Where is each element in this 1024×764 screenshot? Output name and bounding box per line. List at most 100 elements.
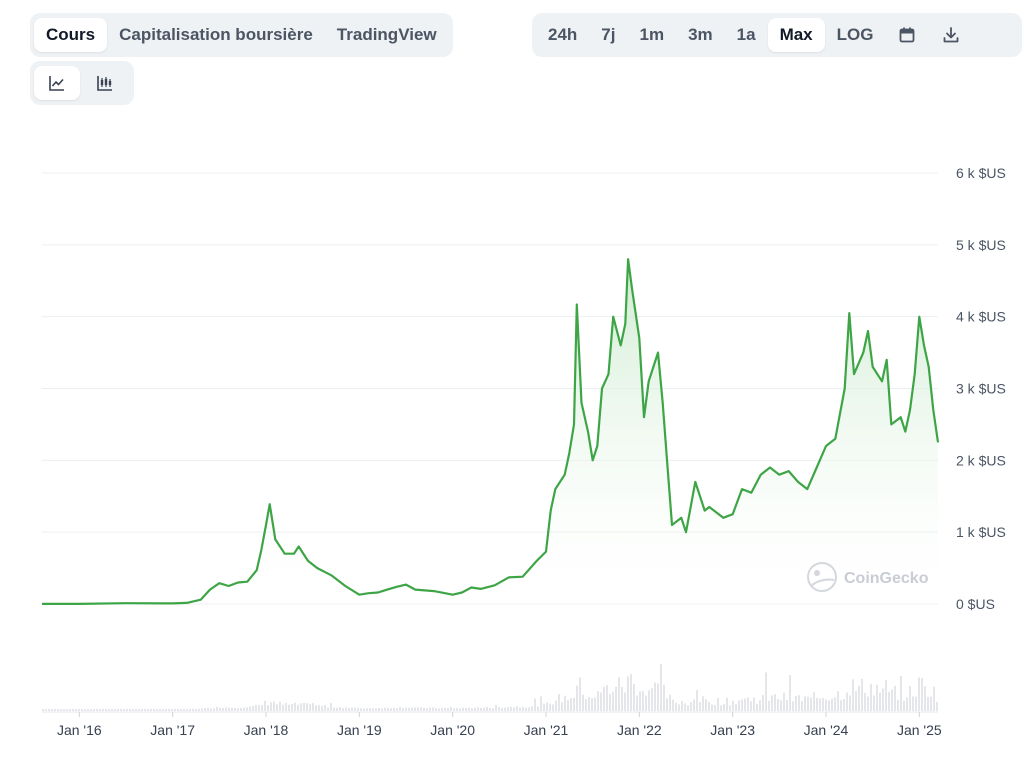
volume-bar [768,700,770,711]
volume-bar [519,707,521,711]
volume-bar [108,708,110,711]
volume-bar [45,708,47,711]
volume-bar [462,707,464,711]
volume-bar [699,702,701,711]
volume-bar [741,699,743,711]
volume-bar [84,708,86,711]
volume-bar [711,704,713,711]
volume-bar [846,692,848,711]
volume-bar [510,706,512,711]
volume-bar [918,677,920,711]
volume-bar [765,672,767,711]
volume-bar [81,708,83,711]
volume-bar [120,708,122,711]
volume-bar [237,708,239,711]
volume-bar [825,699,827,711]
x-axis: Jan '16 Jan '17 Jan '18 Jan '19 Jan '20 Jan '… [42,711,942,738]
volume-bar [708,701,710,711]
volume-bar [600,692,602,711]
volume-bar [348,707,350,711]
volume-bar [576,685,578,711]
volume-bar [96,708,98,711]
volume-bar [489,707,491,711]
volume-bar [261,705,263,711]
volume-bar [90,708,92,711]
y-tick-label: 4 k $US [956,309,1006,325]
volume-bar [363,708,365,711]
volume-bar [927,696,929,711]
volume-bar [249,706,251,711]
volume-bar [870,683,872,711]
volume-bar [780,700,782,711]
volume-bar [738,700,740,711]
volume-bar [180,708,182,711]
volume-bar [555,700,557,711]
volume-bar [243,707,245,711]
volume-bar [411,707,413,711]
x-tick-label: Jan '25 [897,722,942,738]
volume-bar [225,707,227,711]
volume-bar [57,708,59,711]
volume-bar [435,708,437,711]
volume-bar [501,707,503,711]
volume-bar [285,702,287,711]
volume-bar [525,707,527,711]
volume-bar [492,708,494,711]
volume-bar [471,708,473,711]
volume-bar [330,702,332,711]
volume-bar [582,694,584,711]
volume-bar [909,685,911,711]
volume-bar [429,707,431,711]
volume-bar [597,691,599,711]
x-tick-label: Jan '22 [617,722,662,738]
volume-bar [189,708,191,711]
volume-bar [117,708,119,711]
volume-bar [255,705,257,711]
volume-bar [168,708,170,711]
volume-bar [333,707,335,711]
volume-bar [327,707,329,711]
volume-bar [174,708,176,711]
volume-bar [51,708,53,711]
volume-bar [474,707,476,711]
volume-bar [507,707,509,711]
volume-bar [906,697,908,711]
volume-bar [888,691,890,711]
volume-bar [297,704,299,711]
volume-bar [66,708,68,711]
volume-bar [705,699,707,711]
volume-bar [132,708,134,711]
volume-bar [291,703,293,711]
volume-bar [381,708,383,711]
volume-bar [759,700,761,711]
volume-bar [606,685,608,711]
volume-bar [849,695,851,711]
volume-bar [573,697,575,711]
volume-bar [819,698,821,711]
volume-bar [912,696,914,711]
volume-bar [441,707,443,711]
volume-bar [453,708,455,711]
volume-bar [603,687,605,711]
volume-bar [264,700,266,711]
volume-bar [171,708,173,711]
volume-bar [414,707,416,711]
y-tick-label: 6 k $US [956,165,1006,181]
volume-bar [456,708,458,711]
volume-bar [714,705,716,711]
volume-bar [399,707,401,711]
volume-bar [273,701,275,711]
volume-bar [720,705,722,711]
volume-bar [723,704,725,711]
volume-bar [234,707,236,711]
volume-bar [138,708,140,711]
x-tick-label: Jan '18 [244,722,289,738]
volume-bar [360,708,362,711]
volume-bar [342,708,344,711]
volume-bar [537,706,539,711]
volume-bar [60,708,62,711]
volume-bar [309,704,311,711]
volume-bar [777,699,779,711]
volume-bar [183,708,185,711]
volume-bar [105,708,107,711]
